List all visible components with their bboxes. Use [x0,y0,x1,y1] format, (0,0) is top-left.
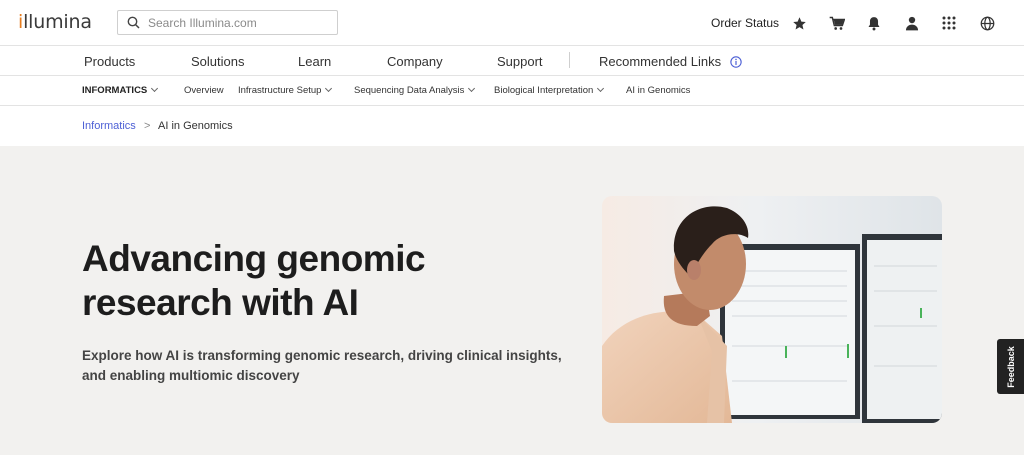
chevron-down-icon [151,84,159,93]
feedback-label: Feedback [1005,345,1016,388]
nav-learn[interactable]: Learn [298,54,331,69]
subnav-informatics-label: INFORMATICS [82,85,148,96]
main-nav: Products Solutions Learn Company Support… [0,46,1024,76]
globe-icon[interactable] [976,12,998,34]
subnav-ai-in-genomics[interactable]: AI in Genomics [626,85,690,96]
apps-grid-icon[interactable] [938,12,960,34]
nav-support[interactable]: Support [497,54,543,69]
hero-section: Advancing genomic research with AI Explo… [0,146,1024,455]
chevron-down-icon [325,84,333,93]
nav-recommended-links[interactable]: Recommended Links [599,54,742,71]
sub-nav: INFORMATICS Overview Infrastructure Setu… [0,76,1024,106]
subnav-informatics[interactable]: INFORMATICS [82,84,159,96]
search-icon [118,10,148,35]
star-icon[interactable] [788,12,810,34]
feedback-tab[interactable]: Feedback [997,339,1024,394]
user-icon[interactable] [901,12,923,34]
subnav-biological-interpretation-label: Biological Interpretation [494,85,594,96]
subnav-infrastructure-setup[interactable]: Infrastructure Setup [238,84,333,96]
info-icon[interactable] [730,56,742,71]
chevron-down-icon [468,84,476,93]
top-bar: illumina Order Status [0,0,1024,46]
hero-image [602,196,942,423]
hero-subtitle: Explore how AI is transforming genomic r… [82,348,562,383]
subnav-sequencing-data-analysis-label: Sequencing Data Analysis [354,85,465,96]
nav-products[interactable]: Products [84,54,135,69]
subnav-overview[interactable]: Overview [184,85,224,96]
nav-company[interactable]: Company [387,54,443,69]
breadcrumb-separator: > [144,120,151,132]
page-title: Advancing genomic research with AI [82,238,426,323]
breadcrumb-informatics[interactable]: Informatics [82,120,136,132]
nav-divider [569,52,570,68]
cart-icon[interactable] [826,12,848,34]
chevron-down-icon [597,84,605,93]
breadcrumb: Informatics > AI in Genomics [0,106,1024,146]
recommended-links-label: Recommended Links [599,54,722,69]
order-status-link[interactable]: Order Status [711,16,779,30]
nav-solutions[interactable]: Solutions [191,54,244,69]
illumina-logo[interactable]: illumina [18,11,92,33]
search-box[interactable] [117,10,338,35]
subnav-sequencing-data-analysis[interactable]: Sequencing Data Analysis [354,84,476,96]
subnav-infrastructure-setup-label: Infrastructure Setup [238,85,322,96]
breadcrumb-current: AI in Genomics [158,120,233,132]
search-input[interactable] [148,15,328,30]
bell-icon[interactable] [863,12,885,34]
subnav-biological-interpretation[interactable]: Biological Interpretation [494,84,605,96]
